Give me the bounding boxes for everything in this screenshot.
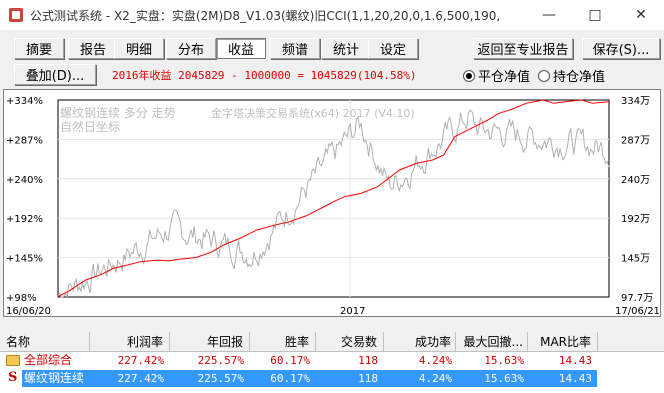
- price-line: [57, 110, 610, 299]
- table-header: 名称 利润率 年回报 胜率 交易数 成功率 最大回撤... MAR比率: [0, 332, 664, 352]
- folder-icon: [6, 355, 20, 366]
- close-equity-radio[interactable]: [463, 69, 475, 82]
- equity-chart[interactable]: +334% 334万 +287% 287万 +240% 240万 +192% 192万 +145…: [3, 89, 661, 317]
- position-equity-label[interactable]: 持仓净值: [553, 66, 605, 85]
- tab-statistics[interactable]: 统计: [321, 38, 371, 59]
- tab-settings[interactable]: 设定: [368, 38, 418, 59]
- tab-report[interactable]: 报告: [68, 38, 118, 59]
- col-success-rate[interactable]: 成功率: [384, 332, 456, 352]
- x-end-label: 17/06/21: [615, 306, 660, 317]
- results-table: 名称 利润率 年回报 胜率 交易数 成功率 最大回撤... MAR比率 全部综合…: [0, 332, 664, 393]
- tab-detail[interactable]: 明细: [114, 38, 164, 59]
- col-mar-ratio[interactable]: MAR比率: [528, 332, 598, 352]
- row-success-rate: 4.24%: [418, 372, 452, 385]
- right-tick-label: 334万: [621, 96, 650, 107]
- row-mar-ratio: 14.43: [558, 372, 592, 385]
- col-win-rate[interactable]: 胜率: [250, 332, 316, 352]
- legend-line-1: 螺纹钢连续 多分 走势: [60, 105, 176, 120]
- col-trade-count[interactable]: 交易数: [316, 332, 384, 352]
- col-max-drawdown[interactable]: 最大回撤...: [456, 332, 528, 352]
- price-line-layer: [57, 110, 610, 299]
- tab-summary[interactable]: 摘要: [14, 38, 64, 59]
- equity-mode-radio-group: 平仓净值 持仓净值: [463, 66, 605, 85]
- row-trade-count: 118: [358, 354, 378, 367]
- right-tick-label: 97.7万: [621, 293, 653, 304]
- chart-grid: [57, 99, 610, 298]
- title-bar[interactable]: 公式测试系统 - X2_实盘：实盘(2M)D8_V1.03(螺纹)旧CCI(1,…: [0, 0, 664, 30]
- col-profit-rate[interactable]: 利润率: [90, 332, 170, 352]
- row-trade-count: 118: [358, 372, 378, 385]
- right-tick-label: 240万: [621, 175, 650, 186]
- tab-distribution[interactable]: 分布: [166, 38, 216, 59]
- row-profit-rate: 227.42%: [117, 372, 164, 385]
- app-window: 公式测试系统 - X2_实盘：实盘(2M)D8_V1.03(螺纹)旧CCI(1,…: [0, 0, 664, 393]
- position-equity-radio[interactable]: [538, 69, 551, 82]
- row-annual-return: 225.57%: [197, 354, 244, 367]
- row-name: 全部综合: [24, 353, 73, 367]
- chart-text-layer: +334% 334万 +287% 287万 +240% 240万 +192% 192万 +145…: [6, 96, 660, 317]
- x-start-label: 16/06/20: [6, 306, 51, 317]
- row-name: 螺纹钢连续: [24, 371, 85, 385]
- equity-line: [57, 99, 610, 298]
- watermark: 金字塔决策交易系统(x64) 2017 (V4.10): [211, 106, 415, 120]
- maximize-icon[interactable]: □: [572, 0, 618, 30]
- left-tick-label: +98%: [6, 293, 37, 304]
- left-tick-label: +334%: [6, 96, 43, 107]
- col-annual-return[interactable]: 年回报: [170, 332, 250, 352]
- row-annual-return: 225.57%: [197, 372, 244, 385]
- chart-svg: +334% 334万 +287% 287万 +240% 240万 +192% 192万 +145…: [6, 96, 660, 317]
- tab-spectrum[interactable]: 频谱: [270, 38, 320, 59]
- row-max-drawdown: 15.63%: [484, 372, 524, 385]
- table-row[interactable]: S 螺纹钢连续 227.42% 225.57% 60.17% 118 4.24%…: [0, 370, 664, 387]
- legend-line-2: 自然日坐标: [60, 119, 120, 134]
- left-tick-label: +145%: [6, 254, 43, 265]
- row-win-rate: 60.17%: [270, 354, 310, 367]
- tab-bar: 摘要 报告 明细 分布 收益 频谱 统计 设定 返回至专业报告 保存(S)...: [0, 38, 664, 60]
- app-icon: [9, 8, 23, 22]
- equity-line-layer: [57, 99, 610, 298]
- back-to-report-button[interactable]: 返回至专业报告: [473, 38, 573, 59]
- row-profit-rate: 227.42%: [117, 354, 164, 367]
- yearly-profit-summary: 2016年收益 2045829 - 1000000 = 1045829(104.…: [112, 69, 417, 82]
- overlay-button[interactable]: 叠加(D)...: [14, 64, 96, 85]
- left-tick-label: +287%: [6, 135, 43, 146]
- row-mar-ratio: 14.43: [558, 354, 592, 367]
- table-row[interactable]: 全部综合 227.42% 225.57% 60.17% 118 4.24% 15…: [0, 352, 664, 369]
- right-tick-label: 192万: [621, 214, 650, 225]
- window-title: 公式测试系统 - X2_实盘：实盘(2M)D8_V1.03(螺纹)旧CCI(1,…: [30, 9, 500, 23]
- right-tick-label: 145万: [621, 254, 650, 265]
- minimize-icon[interactable]: —: [526, 0, 572, 30]
- x-mid-label: 2017: [340, 306, 365, 317]
- row-max-drawdown: 15.63%: [484, 354, 524, 367]
- plot-area: [57, 99, 610, 298]
- col-name[interactable]: 名称: [0, 332, 90, 352]
- row-success-rate: 4.24%: [418, 354, 452, 367]
- row-win-rate: 60.17%: [270, 372, 310, 385]
- right-tick-label: 287万: [621, 135, 650, 146]
- left-tick-label: +192%: [6, 214, 43, 225]
- left-tick-label: +240%: [6, 175, 43, 186]
- strategy-icon: S: [8, 370, 18, 385]
- close-equity-label[interactable]: 平仓净值: [478, 66, 530, 85]
- close-icon[interactable]: ✕: [618, 0, 664, 30]
- tab-profit[interactable]: 收益: [216, 38, 266, 59]
- save-button[interactable]: 保存(S)...: [582, 38, 660, 59]
